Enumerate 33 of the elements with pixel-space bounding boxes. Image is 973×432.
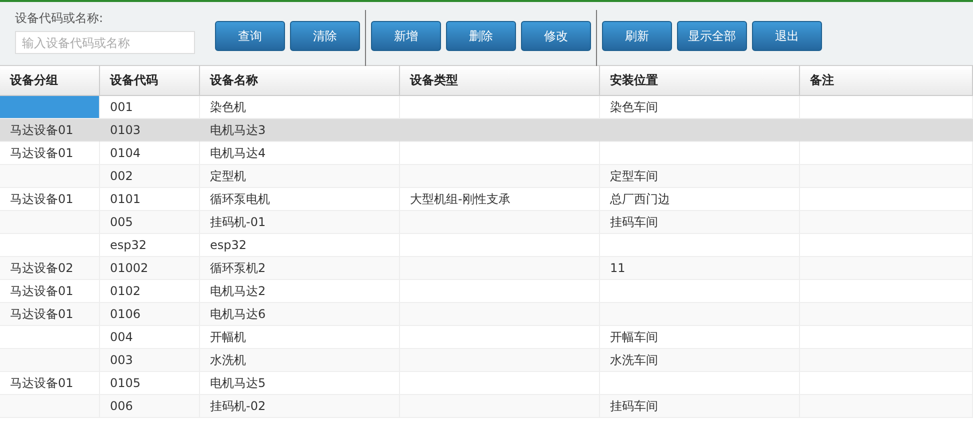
table-row[interactable]: 005 挂码机-01 挂码车间 [0,211,973,234]
column-header[interactable]: 安装位置 [600,66,800,96]
table-cell: 006 [100,395,200,418]
table-row[interactable]: 马达设备02 01002 循环泵机2 11 [0,257,973,280]
table-row[interactable]: 001 染色机 染色车间 [0,96,973,119]
table-row[interactable]: 003 水洗机 水洗车间 [0,349,973,372]
table-row[interactable]: 马达设备01 0104 电机马达4 [0,142,973,165]
toolbar-button[interactable]: 修改 [521,21,591,51]
table-row[interactable]: 002 定型机 定型车间 [0,165,973,188]
table-row[interactable]: 006 挂码机-02 挂码车间 [0,395,973,418]
column-header[interactable]: 备注 [800,66,973,96]
table-row[interactable]: esp32 esp32 [0,234,973,257]
search-field[interactable]: 输入设备代码或名称 [15,31,195,54]
column-header[interactable]: 设备名称 [200,66,400,96]
table-row[interactable]: 马达设备01 0101 循环泵电机 大型机组-刚性支承 总厂西门边 [0,188,973,211]
column-header[interactable]: 设备类型 [400,66,600,96]
toolbar-button[interactable]: 清除 [290,21,360,51]
table-row[interactable]: 马达设备01 0102 电机马达2 [0,280,973,303]
toolbar-button[interactable]: 刷新 [602,21,672,51]
table-row[interactable]: 马达设备01 0106 电机马达6 [0,303,973,326]
column-header[interactable]: 设备分组 [0,66,100,96]
table-cell: 挂码车间 [600,395,800,418]
search-label: 设备代码或名称: [15,10,104,27]
toolbar-button[interactable]: 查询 [215,21,285,51]
table-row[interactable]: 004 开幅机 开幅车间 [0,326,973,349]
table-cell: 挂码机-02 [200,395,400,418]
toolbar-button[interactable]: 删除 [446,21,516,51]
table-row[interactable]: 马达设备01 0103 电机马达3 [0,119,973,142]
toolbar-button[interactable]: 显示全部 [677,21,747,51]
table-row[interactable]: 马达设备01 0105 电机马达5 [0,372,973,395]
toolbar-button[interactable]: 新增 [371,21,441,51]
column-header[interactable]: 设备代码 [100,66,200,96]
toolbar-button[interactable]: 退出 [752,21,822,51]
